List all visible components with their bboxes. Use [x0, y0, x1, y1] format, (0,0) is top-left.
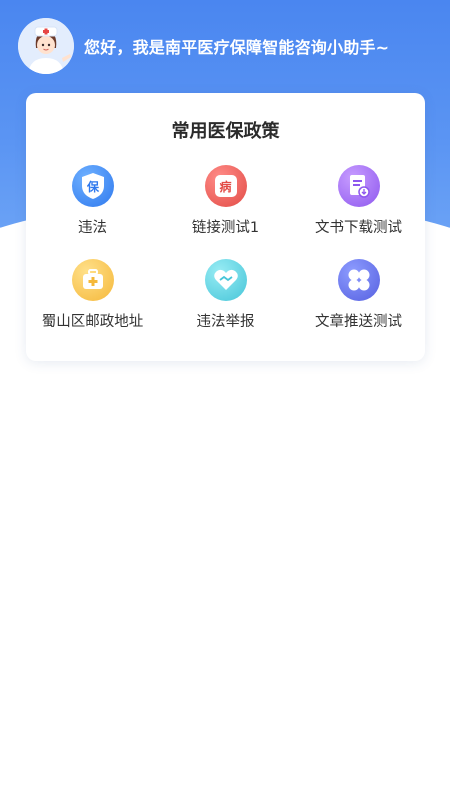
handshake-heart-icon — [204, 259, 247, 301]
clover-icon — [337, 259, 380, 301]
policy-item-weifa[interactable]: 保 违法 — [26, 165, 159, 259]
policy-grid: 保 违法 病 链接测试1 文书下载测试 蜀山区邮政地址 违法举报 文章推送测试 — [26, 165, 425, 353]
policy-item-postal-address[interactable]: 蜀山区邮政地址 — [26, 259, 159, 353]
policy-item-report[interactable]: 违法举报 — [159, 259, 292, 353]
document-icon — [337, 165, 380, 207]
icon-glyph: 病 — [214, 175, 237, 197]
disease-icon: 病 — [204, 165, 247, 207]
policy-item-label: 蜀山区邮政地址 — [41, 314, 144, 330]
medical-kit-icon — [71, 259, 114, 301]
policy-item-label: 链接测试1 — [191, 220, 260, 236]
greeting-text: 您好，我是南平医疗保障智能咨询小助手~ — [84, 38, 390, 57]
policy-item-label: 违法 — [78, 220, 107, 236]
policy-card: 常用医保政策 保 违法 病 链接测试1 文书下载测试 蜀山区邮政地址 违法举报 … — [26, 93, 425, 361]
card-title: 常用医保政策 — [171, 121, 280, 142]
policy-item-link-test[interactable]: 病 链接测试1 — [159, 165, 292, 259]
policy-item-doc-download[interactable]: 文书下载测试 — [292, 165, 425, 259]
policy-item-article-push[interactable]: 文章推送测试 — [292, 259, 425, 353]
assistant-greeting: 您好，我是南平医疗保障智能咨询小助手~ — [18, 18, 389, 74]
policy-item-label: 违法举报 — [196, 314, 255, 330]
policy-item-label: 文章推送测试 — [315, 314, 402, 330]
policy-item-label: 文书下载测试 — [315, 220, 402, 236]
icon-glyph: 保 — [85, 179, 99, 194]
shield-bao-icon: 保 — [71, 165, 114, 207]
nurse-avatar-icon — [18, 18, 74, 74]
